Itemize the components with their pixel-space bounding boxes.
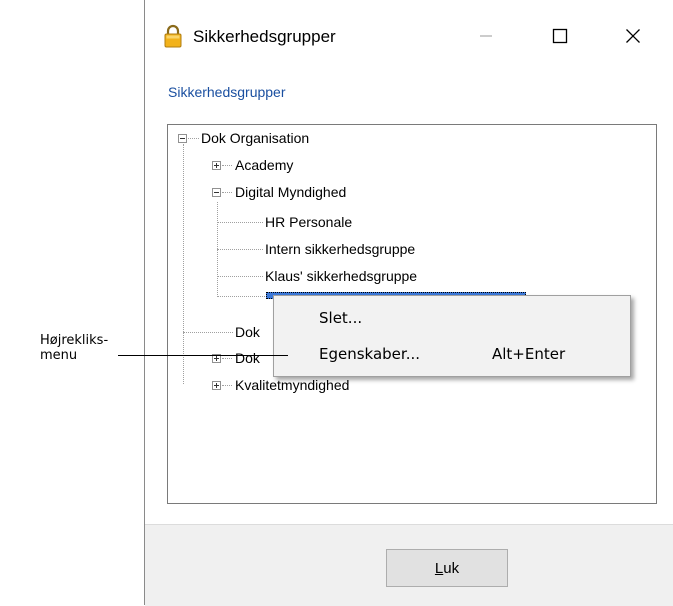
close-icon: [626, 29, 640, 43]
tree-node-kvalitetmyndighed[interactable]: Kvalitetmyndighed: [235, 376, 349, 394]
menu-item-properties-shortcut: Alt+Enter: [492, 345, 566, 363]
tree-expander-root[interactable]: [178, 134, 187, 143]
tree-line: [222, 385, 232, 386]
tree-line: [222, 192, 232, 193]
title-bar[interactable]: Sikkerhedsgrupper: [145, 0, 673, 76]
callout-label: Højrekliks- menu: [40, 333, 108, 363]
callout-line: [118, 355, 288, 356]
menu-item-delete[interactable]: Slet...: [319, 309, 362, 327]
close-button-label: Luk: [434, 559, 460, 577]
tree-line: [217, 296, 265, 297]
tree-node-dok-2[interactable]: Dok: [235, 349, 260, 367]
tree-expander-kvalitet[interactable]: [212, 381, 221, 390]
tree-node-digital-myndighed[interactable]: Digital Myndighed: [235, 183, 346, 201]
tree-node-dok-1[interactable]: Dok: [235, 323, 260, 341]
tree-line: [217, 276, 263, 277]
tree-node-root[interactable]: Dok Organisation: [201, 129, 309, 147]
tree-node-academy[interactable]: Academy: [235, 156, 293, 174]
tree-line: [183, 144, 184, 384]
menu-item-properties[interactable]: Egenskaber...: [319, 345, 420, 363]
maximize-button[interactable]: [537, 18, 583, 54]
tree-line: [217, 222, 263, 223]
callout-line1: Højrekliks-: [40, 333, 109, 348]
tree-line: [222, 165, 232, 166]
minimize-icon: [480, 35, 492, 37]
maximize-icon: [552, 28, 568, 44]
padlock-icon: [164, 24, 182, 48]
tree-line: [222, 358, 232, 359]
callout-line2: menu: [40, 348, 78, 363]
context-menu: Slet... Egenskaber... Alt+Enter: [273, 295, 631, 377]
tree-line: [188, 138, 199, 139]
tree-expander-academy[interactable]: [212, 161, 221, 170]
close-window-button[interactable]: [610, 18, 656, 54]
section-label: Sikkerhedsgrupper: [168, 84, 286, 100]
tree-node-intern-sikkerhedsgruppe[interactable]: Intern sikkerhedsgruppe: [265, 240, 415, 258]
tree-node-hr-personale[interactable]: HR Personale: [265, 213, 352, 231]
close-button[interactable]: Luk: [386, 549, 508, 587]
tree-line: [183, 332, 233, 333]
minimize-button[interactable]: [463, 18, 509, 54]
tree-expander-digital[interactable]: [212, 188, 221, 197]
tree-node-klaus-sikkerhedsgruppe[interactable]: Klaus' sikkerhedsgruppe: [265, 267, 417, 285]
tree-line: [217, 249, 263, 250]
window-title: Sikkerhedsgrupper: [193, 27, 336, 46]
